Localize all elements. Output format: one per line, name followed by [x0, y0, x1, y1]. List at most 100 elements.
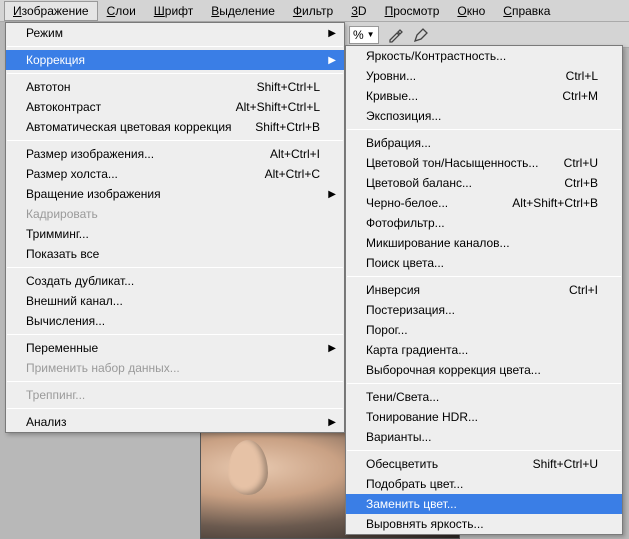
menu-item-shortcut: Shift+Ctrl+L	[257, 80, 320, 94]
image-menu-dropdown: Режим▶Коррекция▶АвтотонShift+Ctrl+LАвток…	[5, 22, 345, 433]
menu-item-label: Тонирование HDR...	[366, 410, 598, 424]
menu-item-label: Вычисления...	[26, 314, 320, 328]
menu-item-label: Тени/Света...	[366, 390, 598, 404]
menubar-item-фильтр[interactable]: Фильтр	[284, 1, 342, 21]
menu-item-label: Создать дубликат...	[26, 274, 320, 288]
menu-item-label: Выборочная коррекция цвета...	[366, 363, 598, 377]
adjustments-item-16[interactable]: Карта градиента...	[346, 340, 622, 360]
image-menu-item-9[interactable]: Размер холста... Alt+Ctrl+C	[6, 164, 344, 184]
image-menu-separator	[7, 46, 343, 47]
menu-item-label: Вибрация...	[366, 136, 598, 150]
adjustments-item-3[interactable]: Экспозиция...	[346, 106, 622, 126]
image-menu-item-19[interactable]: Переменные▶	[6, 338, 344, 358]
image-menu-item-2[interactable]: Коррекция▶	[6, 50, 344, 70]
menubar-item-выделение[interactable]: Выделение	[202, 1, 284, 21]
menu-item-label: Постеризация...	[366, 303, 598, 317]
menu-item-shortcut: Alt+Ctrl+I	[270, 147, 320, 161]
brush-icon[interactable]	[385, 25, 405, 45]
menu-item-label: Экспозиция...	[366, 109, 598, 123]
adjustments-item-14[interactable]: Постеризация...	[346, 300, 622, 320]
image-menu-separator	[7, 267, 343, 268]
submenu-arrow-icon: ▶	[328, 343, 336, 354]
adjustments-item-19[interactable]: Тени/Света...	[346, 387, 622, 407]
adjustments-item-21[interactable]: Варианты...	[346, 427, 622, 447]
menu-item-label: Порог...	[366, 323, 598, 337]
menu-item-label: Режим	[26, 26, 320, 40]
menu-item-label: Размер холста...	[26, 167, 245, 181]
adjustments-item-13[interactable]: Инверсия Ctrl+I	[346, 280, 622, 300]
menu-item-label: Вращение изображения	[26, 187, 320, 201]
menu-item-label: Кривые...	[366, 89, 542, 103]
menubar-item-окно[interactable]: Окно	[448, 1, 494, 21]
adjustments-item-0[interactable]: Яркость/Контрастность...	[346, 46, 622, 66]
image-menu-item-24[interactable]: Анализ ▶	[6, 412, 344, 432]
photo-detail	[228, 440, 268, 495]
menu-item-label: Автоматическая цветовая коррекция	[26, 120, 235, 134]
adjustments-submenu-dropdown: Яркость/Контрастность...Уровни...Ctrl+LК…	[345, 45, 623, 535]
menu-item-label: Заменить цвет...	[366, 497, 598, 511]
image-menu-item-17[interactable]: Вычисления...	[6, 311, 344, 331]
menubar-item-3d[interactable]: 3D	[342, 1, 375, 21]
menu-item-shortcut: Alt+Ctrl+C	[265, 167, 320, 181]
adjustments-item-25[interactable]: Заменить цвет...	[346, 494, 622, 514]
chevron-down-icon: ▼	[367, 30, 375, 39]
adjustments-item-1[interactable]: Уровни...Ctrl+L	[346, 66, 622, 86]
menu-item-label: Микширование каналов...	[366, 236, 598, 250]
menubar-item-шрифт[interactable]: Шрифт	[145, 1, 202, 21]
image-menu-item-11: Кадрировать	[6, 204, 344, 224]
menu-item-shortcut: Ctrl+U	[564, 156, 598, 170]
submenu-arrow-icon: ▶	[328, 417, 336, 428]
image-menu-item-4[interactable]: Автотон Shift+Ctrl+L	[6, 77, 344, 97]
adjustments-item-2[interactable]: Кривые... Ctrl+M	[346, 86, 622, 106]
image-menu-item-8[interactable]: Размер изображения...Alt+Ctrl+I	[6, 144, 344, 164]
adjustments-item-11[interactable]: Поиск цвета...	[346, 253, 622, 273]
image-menu-item-13[interactable]: Показать все	[6, 244, 344, 264]
image-menu-item-16[interactable]: Внешний канал...	[6, 291, 344, 311]
menu-item-shortcut: Ctrl+I	[569, 283, 598, 297]
menu-item-label: Автотон	[26, 80, 237, 94]
adjustments-item-17[interactable]: Выборочная коррекция цвета...	[346, 360, 622, 380]
adjustments-item-8[interactable]: Черно-белое...Alt+Shift+Ctrl+B	[346, 193, 622, 213]
menu-item-shortcut: Shift+Ctrl+B	[255, 120, 320, 134]
menu-item-shortcut: Ctrl+M	[562, 89, 598, 103]
zoom-percent-label: %	[353, 28, 364, 42]
menu-item-label: Карта градиента...	[366, 343, 598, 357]
adjustments-item-5[interactable]: Вибрация...	[346, 133, 622, 153]
menu-item-label: Инверсия	[366, 283, 549, 297]
menu-item-label: Варианты...	[366, 430, 598, 444]
image-menu-item-15[interactable]: Создать дубликат...	[6, 271, 344, 291]
adjustments-item-10[interactable]: Микширование каналов...	[346, 233, 622, 253]
pencil-icon[interactable]	[411, 25, 431, 45]
adjustments-item-20[interactable]: Тонирование HDR...	[346, 407, 622, 427]
adjustments-item-6[interactable]: Цветовой тон/Насыщенность... Ctrl+U	[346, 153, 622, 173]
adjustments-item-7[interactable]: Цветовой баланс...Ctrl+B	[346, 173, 622, 193]
adjustments-item-23[interactable]: ОбесцветитьShift+Ctrl+U	[346, 454, 622, 474]
menubar-item-справка[interactable]: Справка	[494, 1, 559, 21]
image-menu-separator	[7, 408, 343, 409]
zoom-percent-dropdown[interactable]: % ▼	[349, 26, 379, 44]
image-menu-separator	[7, 140, 343, 141]
adjustments-item-15[interactable]: Порог...	[346, 320, 622, 340]
image-menu-item-10[interactable]: Вращение изображения▶	[6, 184, 344, 204]
menu-item-label: Тримминг...	[26, 227, 320, 241]
menu-item-label: Коррекция	[26, 53, 320, 67]
menu-item-label: Обесцветить	[366, 457, 513, 471]
adjustments-separator	[347, 383, 621, 384]
menu-item-shortcut: Alt+Shift+Ctrl+L	[236, 100, 320, 114]
menubar-item-слои[interactable]: Слои	[98, 1, 145, 21]
menu-item-label: Уровни...	[366, 69, 546, 83]
image-menu-item-5[interactable]: АвтоконтрастAlt+Shift+Ctrl+L	[6, 97, 344, 117]
adjustments-item-26[interactable]: Выровнять яркость...	[346, 514, 622, 534]
image-menu-item-0[interactable]: Режим▶	[6, 23, 344, 43]
adjustments-item-9[interactable]: Фотофильтр...	[346, 213, 622, 233]
menu-item-label: Цветовой тон/Насыщенность...	[366, 156, 544, 170]
menu-item-label: Подобрать цвет...	[366, 477, 598, 491]
image-menu-item-6[interactable]: Автоматическая цветовая коррекция Shift+C…	[6, 117, 344, 137]
adjustments-separator	[347, 276, 621, 277]
image-menu-item-12[interactable]: Тримминг...	[6, 224, 344, 244]
menubar-item-просмотр[interactable]: Просмотр	[376, 1, 449, 21]
adjustments-item-24[interactable]: Подобрать цвет...	[346, 474, 622, 494]
menubar-item-изображение[interactable]: Изображение	[4, 1, 98, 21]
menu-item-label: Анализ	[26, 415, 320, 429]
menu-item-label: Яркость/Контрастность...	[366, 49, 598, 63]
